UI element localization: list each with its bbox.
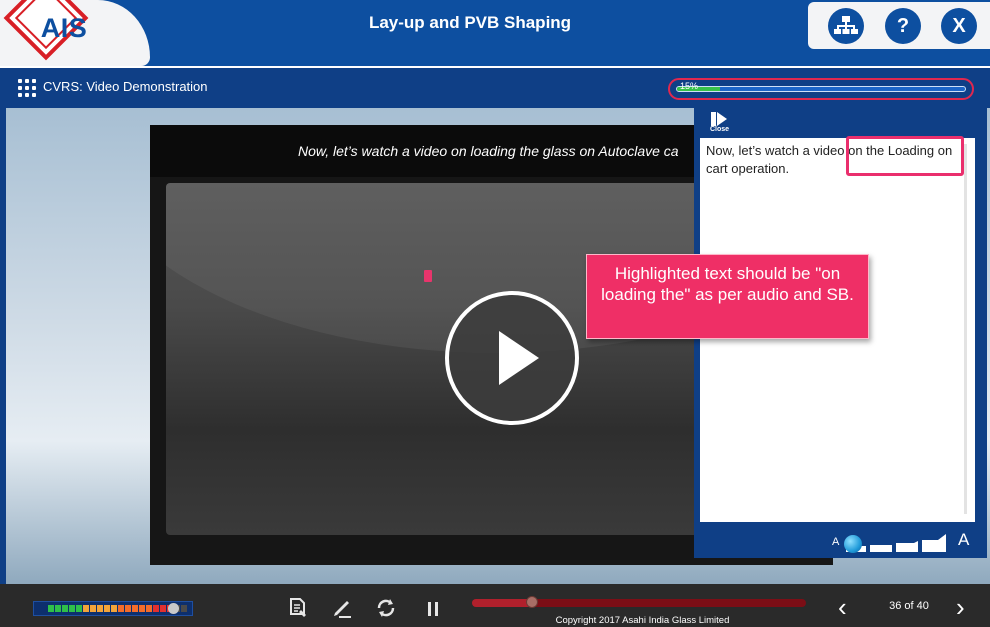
video-caption: Now, let’s watch a video on loading the … [298, 143, 679, 159]
app-header: AIS Lay-up and PVB Shaping ? X [0, 0, 990, 66]
section-title: CVRS: Video Demonstration [43, 79, 208, 94]
volume-segment [48, 605, 54, 612]
pause-button[interactable] [421, 596, 445, 620]
volume-segment [76, 605, 82, 612]
volume-segment [139, 605, 145, 612]
sitemap-button[interactable] [828, 8, 864, 44]
play-button[interactable] [445, 291, 579, 425]
next-page-button[interactable]: › [956, 594, 978, 620]
volume-segment [181, 605, 187, 612]
header-tools: ? X [808, 2, 990, 49]
cursor-marker [424, 270, 432, 282]
logo-panel: AIS [0, 0, 150, 66]
volume-segment [153, 605, 159, 612]
close-panel-label[interactable]: Close [710, 126, 729, 133]
replay-button[interactable] [374, 596, 398, 620]
volume-segment [55, 605, 61, 612]
font-size-knob[interactable] [844, 535, 862, 553]
progress-label: 15% [680, 81, 699, 91]
sitemap-icon [834, 16, 858, 34]
font-size-slider[interactable] [844, 530, 948, 554]
volume-knob[interactable] [168, 603, 179, 614]
content-stage: Now, let’s watch a video on loading the … [0, 108, 990, 584]
volume-segment [69, 605, 75, 612]
menu-grid-icon[interactable] [18, 79, 36, 97]
volume-segment [160, 605, 166, 612]
course-progress-frame: 15% [668, 78, 974, 100]
logo-text: AIS [40, 13, 88, 43]
help-button[interactable]: ? [885, 8, 921, 44]
seek-bar[interactable] [472, 596, 806, 608]
volume-meter[interactable] [33, 601, 193, 616]
highlight-box [846, 136, 964, 176]
font-size-small-label: A [832, 536, 840, 548]
volume-segment [62, 605, 68, 612]
replay-icon [377, 599, 395, 617]
copyright-text: Copyright 2017 Asahi India Glass Limited [555, 615, 730, 626]
volume-segment [111, 605, 117, 612]
pen-button[interactable] [330, 596, 354, 620]
exit-button[interactable]: X [941, 8, 977, 44]
seek-knob[interactable] [526, 596, 539, 608]
close-panel-icon[interactable] [711, 112, 731, 126]
course-progress-bar [676, 86, 966, 92]
review-annotation: Highlighted text should be "on loading t… [586, 254, 869, 339]
volume-segment [104, 605, 110, 612]
section-bar: CVRS: Video Demonstration 15% [0, 66, 990, 108]
player-controls: Copyright 2017 Asahi India Glass Limited… [0, 584, 990, 627]
previous-page-button[interactable]: ‹ [838, 594, 860, 620]
volume-segment [83, 605, 89, 612]
font-size-large-label: A [958, 530, 970, 549]
notes-icon [290, 598, 306, 617]
volume-segment [118, 605, 124, 612]
pause-icon [428, 602, 438, 616]
course-title: Lay-up and PVB Shaping [368, 13, 572, 32]
seek-played [472, 599, 533, 607]
volume-segment [132, 605, 138, 612]
volume-segment [146, 605, 152, 612]
volume-segment [97, 605, 103, 612]
transcript-scrollbar[interactable] [964, 144, 967, 514]
pen-icon [334, 601, 351, 618]
page-counter: 36 of 40 [889, 600, 929, 612]
notes-button[interactable] [286, 596, 310, 620]
stage-left-bar [0, 108, 6, 584]
volume-segment [90, 605, 96, 612]
play-icon [499, 331, 539, 385]
volume-segment [125, 605, 131, 612]
